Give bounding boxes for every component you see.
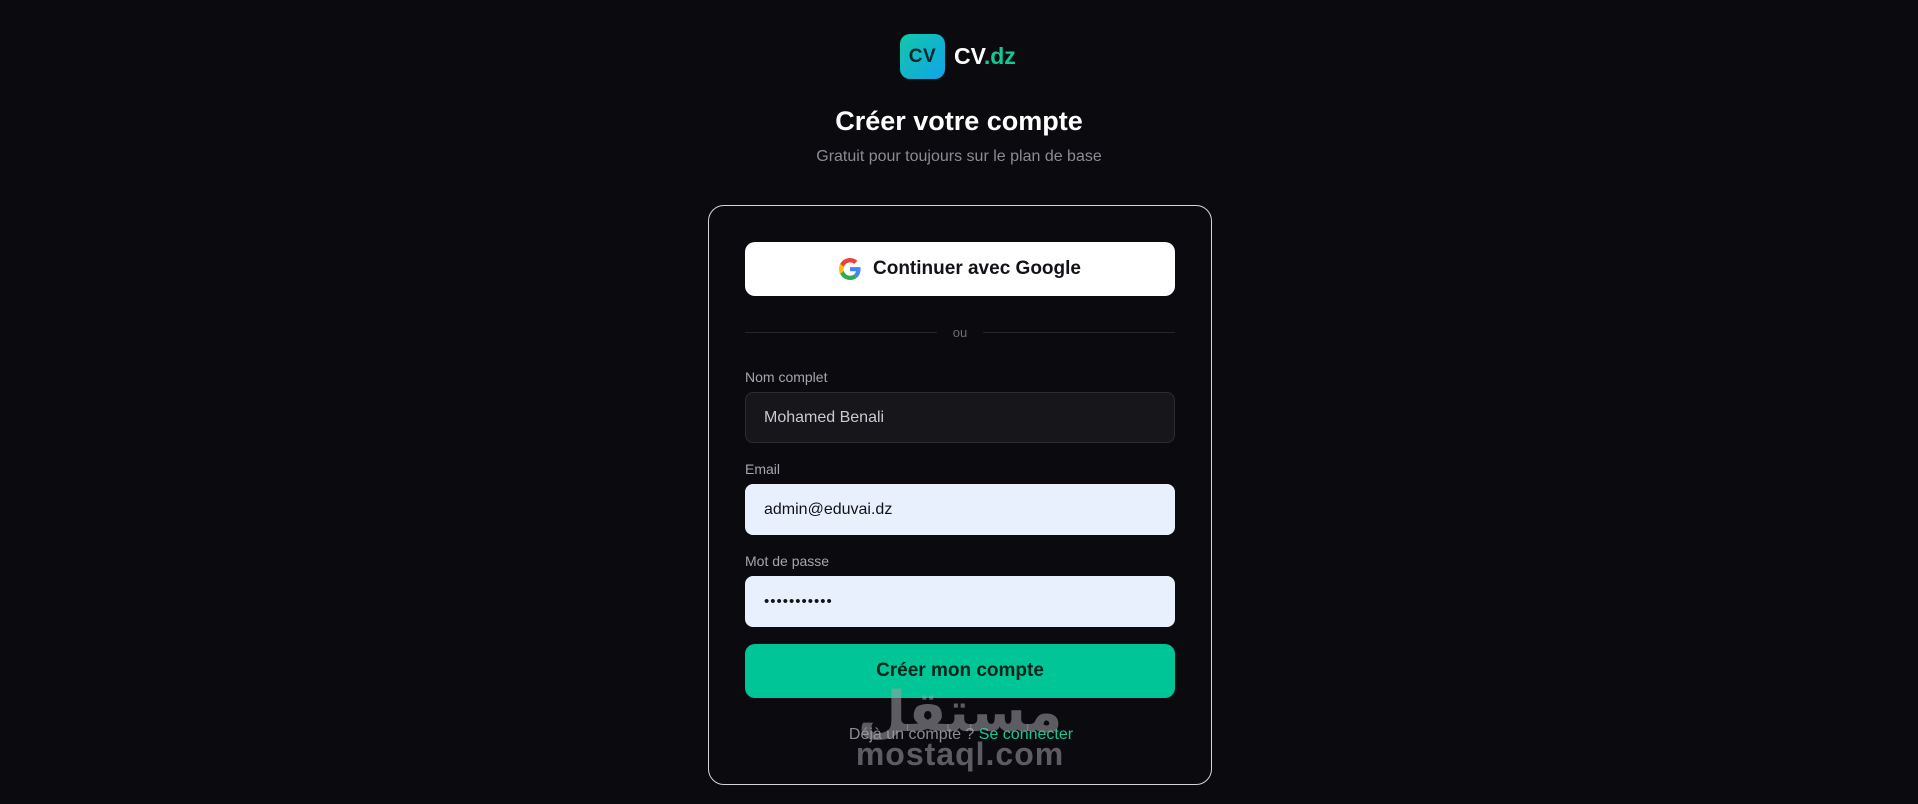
brand-name-tld: .dz xyxy=(983,43,1016,69)
login-prompt-text: Déjà un compte ? xyxy=(848,726,975,743)
password-label: Mot de passe xyxy=(745,553,830,569)
brand-logo: CV xyxy=(900,34,945,79)
page-subtitle: Gratuit pour toujours sur le plan de bas… xyxy=(816,148,1102,165)
brand[interactable]: CV CV.dz xyxy=(900,34,1016,79)
page-title: Créer votre compte xyxy=(835,106,1083,136)
or-divider: ou xyxy=(745,322,1175,342)
full-name-input[interactable]: Mohamed Benali xyxy=(745,392,1175,443)
login-prompt: Déjà un compte ? Se connecter xyxy=(709,726,1213,744)
brand-name: CV.dz xyxy=(954,43,1016,70)
brand-name-main: CV xyxy=(954,43,984,69)
create-account-button[interactable]: Créer mon compte xyxy=(745,644,1175,698)
password-input[interactable]: ••••••••••• xyxy=(745,576,1175,627)
full-name-label: Nom complet xyxy=(745,369,828,385)
signup-card: Continuer avec Google ou Nom complet Moh… xyxy=(708,205,1212,785)
google-signin-label: Continuer avec Google xyxy=(873,258,1081,279)
divider-text: ou xyxy=(952,324,968,340)
email-label: Email xyxy=(745,461,781,477)
google-signin-button[interactable]: Continuer avec Google xyxy=(745,242,1175,296)
google-g-icon xyxy=(839,258,861,280)
login-link[interactable]: Se connecter xyxy=(979,726,1073,743)
divider-line-right xyxy=(983,331,1175,333)
signup-page: CV CV.dz Créer votre compte Gratuit pour… xyxy=(0,0,1918,804)
divider-line-left xyxy=(745,331,937,333)
email-input[interactable]: admin@eduvai.dz xyxy=(745,484,1175,535)
